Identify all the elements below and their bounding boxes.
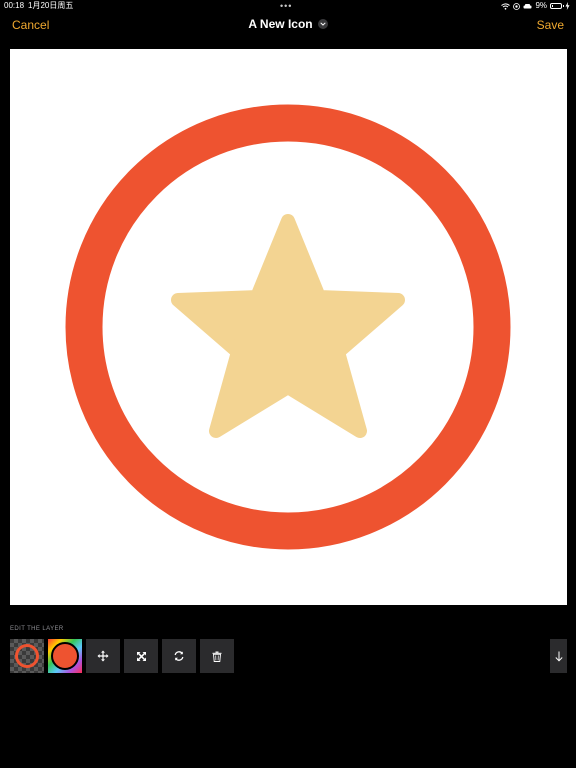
status-time: 00:18 — [4, 1, 25, 10]
battery-icon — [550, 3, 564, 9]
arrow-down-icon — [554, 651, 563, 662]
page-title[interactable]: A New Icon — [248, 17, 312, 31]
car-icon — [523, 3, 532, 8]
resize-icon — [136, 651, 146, 661]
move-button[interactable] — [86, 639, 120, 673]
layer-thumbnail[interactable] — [10, 639, 44, 673]
color-swatch[interactable] — [48, 639, 82, 673]
edit-layer-label: EDIT THE LAYER — [10, 626, 64, 632]
status-indicators: 9% — [501, 0, 570, 12]
layer-thumbnail-ring — [15, 644, 39, 668]
star-shape[interactable] — [171, 214, 405, 438]
resize-button[interactable] — [124, 639, 158, 673]
delete-button[interactable] — [200, 639, 234, 673]
color-swatch-dot — [51, 642, 79, 670]
battery-percent: 9% — [535, 1, 547, 10]
rotate-icon — [174, 651, 184, 661]
trash-icon — [212, 651, 222, 662]
navigation-bar: Cancel A New Icon Save — [0, 12, 576, 40]
move-icon — [97, 650, 109, 662]
charging-icon — [565, 2, 570, 10]
wifi-icon — [501, 2, 511, 10]
multitasking-dots[interactable]: ••• — [280, 0, 292, 12]
location-icon — [513, 2, 521, 10]
layer-toolbar — [10, 639, 234, 673]
status-date: 1月20日周五 — [28, 1, 74, 10]
chevron-down-icon[interactable] — [317, 19, 328, 29]
title-menu[interactable]: A New Icon — [0, 17, 576, 31]
rotate-button[interactable] — [162, 639, 196, 673]
save-button[interactable]: Save — [537, 18, 564, 32]
icon-canvas[interactable] — [10, 49, 567, 605]
icon-artwork — [65, 104, 511, 550]
collapse-panel-button[interactable] — [550, 639, 567, 673]
status-bar: 00:18 1月20日周五 ••• 9% — [0, 0, 576, 12]
